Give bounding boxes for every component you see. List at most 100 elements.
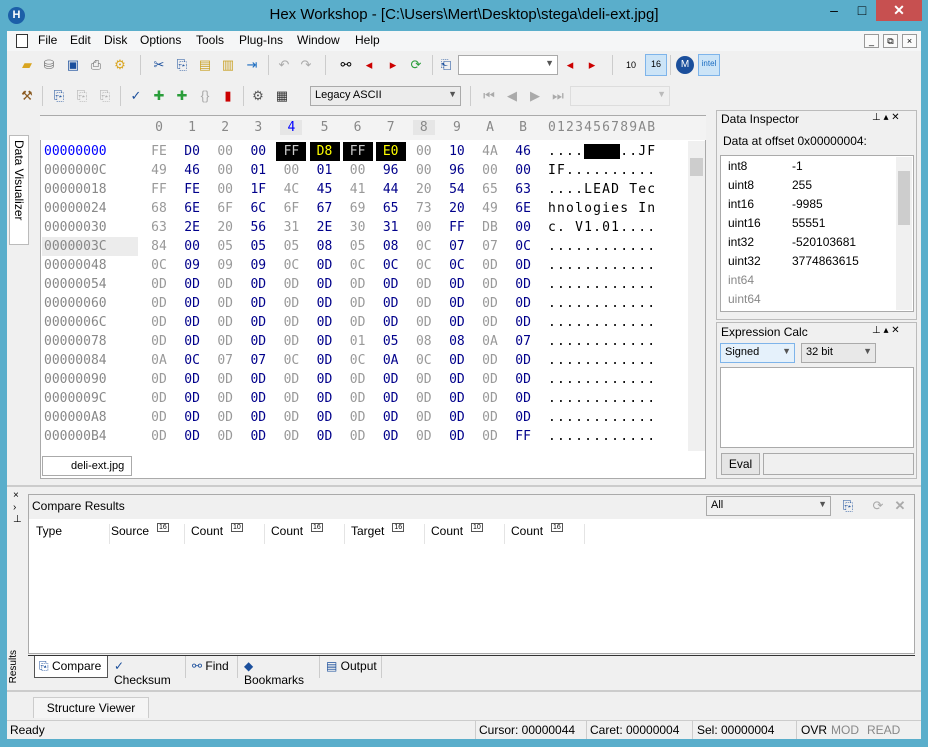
hex-byte[interactable]: 00 bbox=[409, 142, 439, 161]
hex-byte[interactable]: 0D bbox=[177, 370, 207, 389]
bits-select[interactable]: 32 bit ▼ bbox=[801, 343, 876, 363]
hex-byte[interactable]: 67 bbox=[310, 199, 340, 218]
goto-icon[interactable]: ⎗ bbox=[437, 56, 455, 74]
hex-byte[interactable]: 01 bbox=[343, 332, 373, 351]
hammer-icon[interactable]: ⚒ bbox=[18, 87, 36, 105]
hex-byte[interactable]: 96 bbox=[376, 161, 406, 180]
hex-byte[interactable]: 0D bbox=[210, 370, 240, 389]
find-icon[interactable]: ⚯ bbox=[337, 56, 355, 74]
hex-byte[interactable]: 6E bbox=[177, 199, 207, 218]
hex-byte[interactable]: 0D bbox=[276, 313, 306, 332]
hex-byte[interactable]: 0D bbox=[475, 389, 505, 408]
hex-byte[interactable]: 56 bbox=[243, 218, 273, 237]
hex-byte[interactable]: 07 bbox=[475, 237, 505, 256]
hex-byte[interactable]: 0D bbox=[409, 294, 439, 313]
hex-byte[interactable]: E0 bbox=[375, 142, 406, 161]
properties-icon[interactable]: ⚙ bbox=[111, 56, 129, 74]
hex-byte[interactable]: 0D bbox=[508, 351, 538, 370]
hex-byte[interactable]: 0D bbox=[343, 294, 373, 313]
hex-byte[interactable]: 0D bbox=[409, 427, 439, 446]
hex-byte[interactable]: 0D bbox=[310, 256, 340, 275]
hex-byte[interactable]: 08 bbox=[442, 332, 472, 351]
hex-byte[interactable]: 0D bbox=[409, 370, 439, 389]
hex-byte[interactable]: 0D bbox=[508, 408, 538, 427]
hex-byte[interactable]: 68 bbox=[144, 199, 174, 218]
hex-byte[interactable]: 08 bbox=[409, 332, 439, 351]
hex-byte[interactable]: 0D bbox=[376, 389, 406, 408]
hex-byte[interactable]: 0D bbox=[177, 275, 207, 294]
row-offset[interactable]: 00000060 bbox=[42, 294, 138, 313]
hex-byte[interactable]: 0D bbox=[243, 408, 273, 427]
hex-byte[interactable]: 0C bbox=[409, 351, 439, 370]
column-header-6[interactable]: 6 bbox=[347, 120, 369, 135]
hex-byte[interactable]: 0A bbox=[144, 351, 174, 370]
hex-byte[interactable]: 05 bbox=[276, 237, 306, 256]
hex-byte[interactable]: 0D bbox=[376, 294, 406, 313]
hex-byte[interactable]: 0D bbox=[508, 294, 538, 313]
ascii-text[interactable]: ............ bbox=[548, 294, 656, 313]
motorola-byte-order-icon[interactable]: M bbox=[676, 56, 694, 74]
tab-find[interactable]: ⚯ Find bbox=[188, 656, 238, 678]
hex-byte[interactable]: 09 bbox=[210, 256, 240, 275]
hex-byte[interactable]: 65 bbox=[376, 199, 406, 218]
hex-byte[interactable]: 0D bbox=[243, 294, 273, 313]
hex-byte[interactable]: 0D bbox=[243, 389, 273, 408]
expression-input[interactable] bbox=[720, 367, 914, 448]
hex-byte[interactable]: 4A bbox=[475, 142, 505, 161]
ascii-text[interactable]: ............ bbox=[548, 237, 656, 256]
ascii-text[interactable]: ............ bbox=[548, 370, 656, 389]
hex-byte[interactable]: 46 bbox=[508, 142, 538, 161]
hex-byte[interactable]: 00 bbox=[508, 161, 538, 180]
hex-byte[interactable]: 41 bbox=[343, 180, 373, 199]
last-icon[interactable]: ⏭ bbox=[549, 87, 567, 105]
row-offset[interactable]: 0000003C bbox=[42, 237, 138, 256]
hex-byte[interactable]: 65 bbox=[475, 180, 505, 199]
column-header-3[interactable]: 3 bbox=[247, 120, 269, 135]
results-panel-controls[interactable]: × › ⊥ bbox=[13, 490, 22, 526]
hex-byte[interactable]: 0D bbox=[243, 275, 273, 294]
hex-byte[interactable]: 09 bbox=[243, 256, 273, 275]
hex-byte[interactable]: 0D bbox=[475, 408, 505, 427]
hex-byte[interactable]: 0D bbox=[508, 389, 538, 408]
hex-byte[interactable]: 00 bbox=[243, 142, 273, 161]
hex-byte[interactable]: 0D bbox=[144, 313, 174, 332]
paste-icon[interactable]: ▤ bbox=[196, 56, 214, 74]
hex-byte[interactable]: FF bbox=[144, 180, 174, 199]
find-next-icon[interactable]: ▸ bbox=[384, 56, 402, 74]
row-offset[interactable]: 00000090 bbox=[42, 370, 138, 389]
hex-byte[interactable]: 0D bbox=[276, 427, 306, 446]
hex-byte[interactable]: 0D bbox=[210, 294, 240, 313]
row-offset[interactable]: 00000084 bbox=[42, 351, 138, 370]
splitter[interactable] bbox=[7, 690, 921, 692]
hex-byte[interactable]: 0D bbox=[343, 370, 373, 389]
undo-icon[interactable]: ↶ bbox=[275, 56, 293, 74]
hex-byte[interactable]: 0D bbox=[475, 256, 505, 275]
hex-byte[interactable]: 05 bbox=[210, 237, 240, 256]
hex-byte[interactable]: 0D bbox=[144, 294, 174, 313]
hex-byte[interactable]: 0D bbox=[442, 427, 472, 446]
hex-byte[interactable]: 49 bbox=[475, 199, 505, 218]
hex-byte[interactable]: 0D bbox=[475, 294, 505, 313]
hex-byte[interactable]: 0C bbox=[177, 351, 207, 370]
document-icon[interactable] bbox=[16, 34, 28, 48]
hex-byte[interactable]: 0D bbox=[508, 256, 538, 275]
hex-byte[interactable]: 49 bbox=[144, 161, 174, 180]
redo-icon[interactable]: ↷ bbox=[297, 56, 315, 74]
hex-byte[interactable]: 2E bbox=[310, 218, 340, 237]
hex-byte[interactable]: 54 bbox=[442, 180, 472, 199]
tab-bookmarks[interactable]: ◆ Bookmarks bbox=[240, 656, 320, 687]
hex-byte[interactable]: 07 bbox=[442, 237, 472, 256]
hex-byte[interactable]: 63 bbox=[144, 218, 174, 237]
compare-icon[interactable]: ⎘ bbox=[50, 87, 68, 105]
hex-byte[interactable]: 01 bbox=[243, 161, 273, 180]
open-drive-icon[interactable]: ⛁ bbox=[40, 56, 58, 74]
hex-byte[interactable]: 0D bbox=[310, 389, 340, 408]
hex-byte[interactable]: 0D bbox=[475, 313, 505, 332]
row-offset[interactable]: 0000006C bbox=[42, 313, 138, 332]
ascii-text[interactable]: ............ bbox=[548, 408, 656, 427]
hex-byte[interactable]: 31 bbox=[376, 218, 406, 237]
open-icon[interactable]: ▰ bbox=[18, 56, 36, 74]
hex-byte[interactable]: 6F bbox=[276, 199, 306, 218]
nav-combo[interactable]: ▼ bbox=[570, 86, 670, 106]
add-bookmark-icon[interactable]: ✚ bbox=[150, 87, 168, 105]
